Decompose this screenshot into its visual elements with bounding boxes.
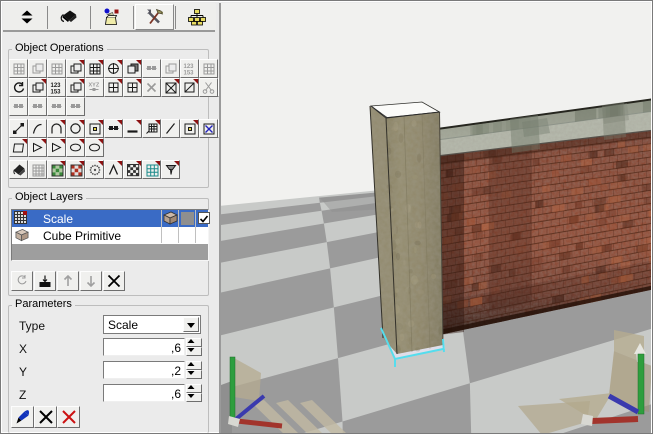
svg-text:123: 123 — [183, 64, 194, 70]
svg-text:153: 153 — [183, 70, 194, 75]
svg-text:153: 153 — [50, 89, 61, 94]
svg-text:123: 123 — [50, 83, 61, 89]
svg-text:XYZ: XYZ — [88, 82, 99, 88]
